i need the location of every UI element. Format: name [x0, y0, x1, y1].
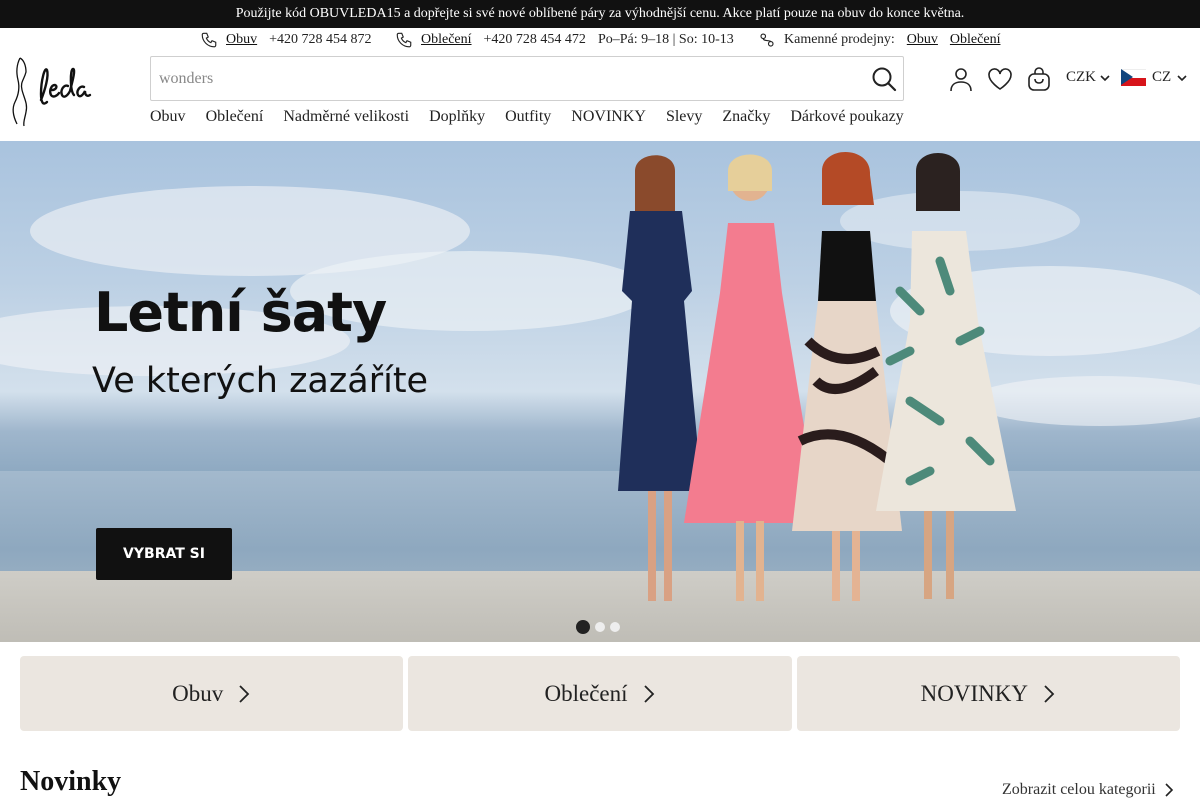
phone-icon: [201, 32, 217, 48]
nav-item-darkove-poukazy[interactable]: Dárkové poukazy: [790, 108, 903, 132]
search-input[interactable]: [159, 57, 859, 100]
store-location-icon: [760, 33, 774, 47]
category-tile-novinky[interactable]: NOVINKY: [796, 656, 1180, 731]
shoes-contact: Obuv +420 728 454 872: [200, 31, 372, 49]
chevron-right-icon: [1165, 783, 1173, 797]
search-icon[interactable]: [871, 66, 897, 92]
category-tiles: Obuv Oblečení NOVINKY: [20, 656, 1180, 731]
main-nav: Obuv Oblečení Nadměrné velikosti Doplňky…: [150, 108, 904, 132]
carousel-dot-2[interactable]: [595, 622, 605, 632]
nav-item-znacky[interactable]: Značky: [722, 108, 770, 132]
user-icon[interactable]: [948, 66, 974, 92]
nav-item-obuv[interactable]: Obuv: [150, 108, 186, 132]
hero-cta-button[interactable]: VYBRAT SI: [96, 528, 232, 580]
chevron-down-icon: [1100, 74, 1110, 81]
chevron-right-icon: [643, 684, 654, 703]
nav-item-doplnky[interactable]: Doplňky: [429, 108, 485, 132]
language-label: CZ: [1152, 69, 1172, 85]
carousel-dots: [576, 620, 620, 634]
header-icons: [948, 64, 1065, 94]
chevron-right-icon: [1044, 684, 1055, 703]
hero-models-image: [618, 151, 1016, 601]
see-all-link[interactable]: Zobrazit celou kategorii: [1002, 781, 1174, 799]
contact-row: Obuv +420 728 454 872 Oblečení +420 728 …: [0, 28, 1200, 52]
nav-item-novinky[interactable]: NOVINKY: [571, 108, 646, 132]
currency-label: CZK: [1066, 69, 1096, 85]
stores-shoes-link[interactable]: Obuv: [907, 32, 938, 48]
hero-banner[interactable]: Letní šaty Ve kterých zazáříte VYBRAT SI: [0, 141, 1200, 642]
category-tile-label: Oblečení: [544, 680, 628, 706]
clothes-phone[interactable]: +420 728 454 472: [484, 32, 586, 48]
leda-logo[interactable]: [8, 54, 104, 128]
chevron-down-icon: [1177, 74, 1187, 81]
promo-bar: Použijte kód OBUVLEDA15 a dopřejte si sv…: [0, 0, 1200, 28]
category-tile-obleceni[interactable]: Oblečení: [408, 656, 792, 731]
stores-clothes-link[interactable]: Oblečení: [950, 32, 1001, 48]
opening-hours: Po–Pá: 9–18 | So: 10-13: [597, 32, 734, 47]
chevron-right-icon: [239, 684, 250, 703]
nav-item-obleceni[interactable]: Oblečení: [206, 108, 264, 132]
heart-icon[interactable]: [987, 66, 1013, 92]
section-title-novinky: Novinky: [20, 766, 122, 797]
hero-title: Letní šaty: [94, 281, 387, 344]
shoes-phone[interactable]: +420 728 454 872: [269, 32, 371, 48]
category-tile-obuv[interactable]: Obuv: [20, 656, 404, 731]
promo-text: Použijte kód OBUVLEDA15 a dopřejte si sv…: [235, 6, 965, 21]
category-tile-label: NOVINKY: [920, 680, 1028, 706]
carousel-dot-3[interactable]: [610, 622, 620, 632]
nav-item-outfity[interactable]: Outfity: [505, 108, 551, 132]
nav-item-slevy[interactable]: Slevy: [666, 108, 702, 132]
clothes-contact: Oblečení +420 728 454 472 Po–Pá: 9–18 | …: [395, 31, 734, 49]
stores-label: Kamenné prodejny:: [784, 32, 895, 47]
currency-select[interactable]: CZK: [1066, 69, 1110, 86]
czech-flag-icon: [1121, 69, 1146, 86]
nav-item-nadmerne-velikosti[interactable]: Nadměrné velikosti: [283, 108, 409, 132]
language-select[interactable]: CZ: [1121, 69, 1187, 86]
clothes-contact-link[interactable]: Oblečení: [421, 32, 472, 48]
stores-links: Kamenné prodejny: Obuv Oblečení: [758, 31, 1000, 49]
search-bar: [150, 56, 904, 101]
carousel-dot-1[interactable]: [576, 620, 590, 634]
category-tile-label: Obuv: [172, 680, 224, 706]
see-all-label: Zobrazit celou kategorii: [1002, 781, 1156, 798]
shoes-contact-link[interactable]: Obuv: [226, 32, 257, 48]
cart-icon[interactable]: [1026, 66, 1052, 92]
phone-icon: [396, 32, 412, 48]
hero-subtitle: Ve kterých zazáříte: [92, 361, 429, 401]
